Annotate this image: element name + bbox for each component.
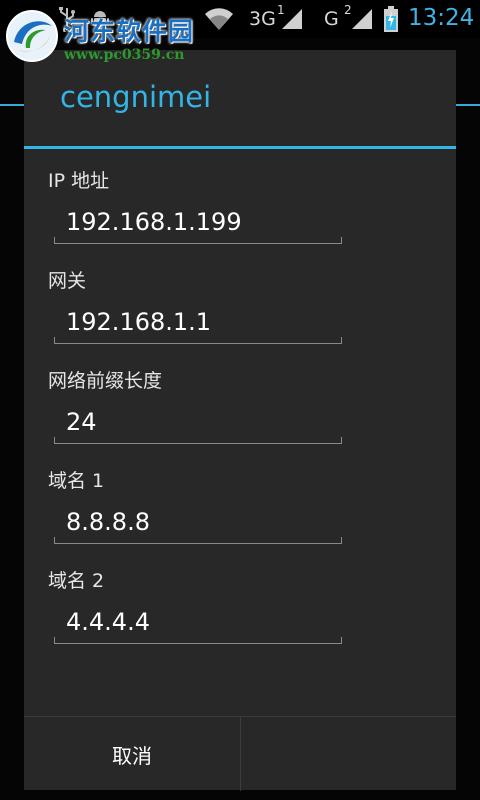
dns1-label: 域名 1 (48, 470, 105, 492)
dns1-underline (54, 537, 342, 544)
usb-icon (59, 7, 75, 32)
battery-charging-icon (384, 6, 398, 32)
network-type-1: 3G (249, 8, 276, 30)
background-app-divider (456, 104, 480, 106)
dialog-button-bar: 取消 (24, 716, 456, 791)
background-app-divider (0, 104, 24, 106)
network-type-2: G (324, 8, 339, 30)
wifi-icon (205, 8, 233, 30)
prefix-length-underline (54, 437, 342, 444)
ip-address-label: IP 地址 (48, 170, 110, 192)
title-divider (24, 146, 456, 149)
signal-icon (352, 9, 372, 29)
gateway-label: 网关 (48, 270, 87, 292)
android-debug-icon (91, 11, 109, 30)
gateway-underline (54, 337, 342, 344)
confirm-button[interactable] (241, 717, 456, 791)
dialog-title: cengnimei (60, 80, 212, 114)
screen: 3G 1 G 2 13:24 cengnimei IP 地址 网关 网络前缀长度 (0, 0, 480, 800)
cancel-button[interactable]: 取消 (24, 717, 240, 791)
prefix-length-label: 网络前缀长度 (48, 370, 163, 392)
ip-settings-dialog: cengnimei IP 地址 网关 网络前缀长度 域名 1 域名 2 取消 (24, 50, 456, 791)
dns2-underline (54, 637, 342, 644)
signal-icon (282, 9, 302, 29)
ip-address-underline (54, 237, 342, 244)
dns2-label: 域名 2 (48, 570, 105, 592)
status-bar: 3G 1 G 2 13:24 (0, 0, 480, 38)
status-clock: 13:24 (408, 5, 475, 31)
